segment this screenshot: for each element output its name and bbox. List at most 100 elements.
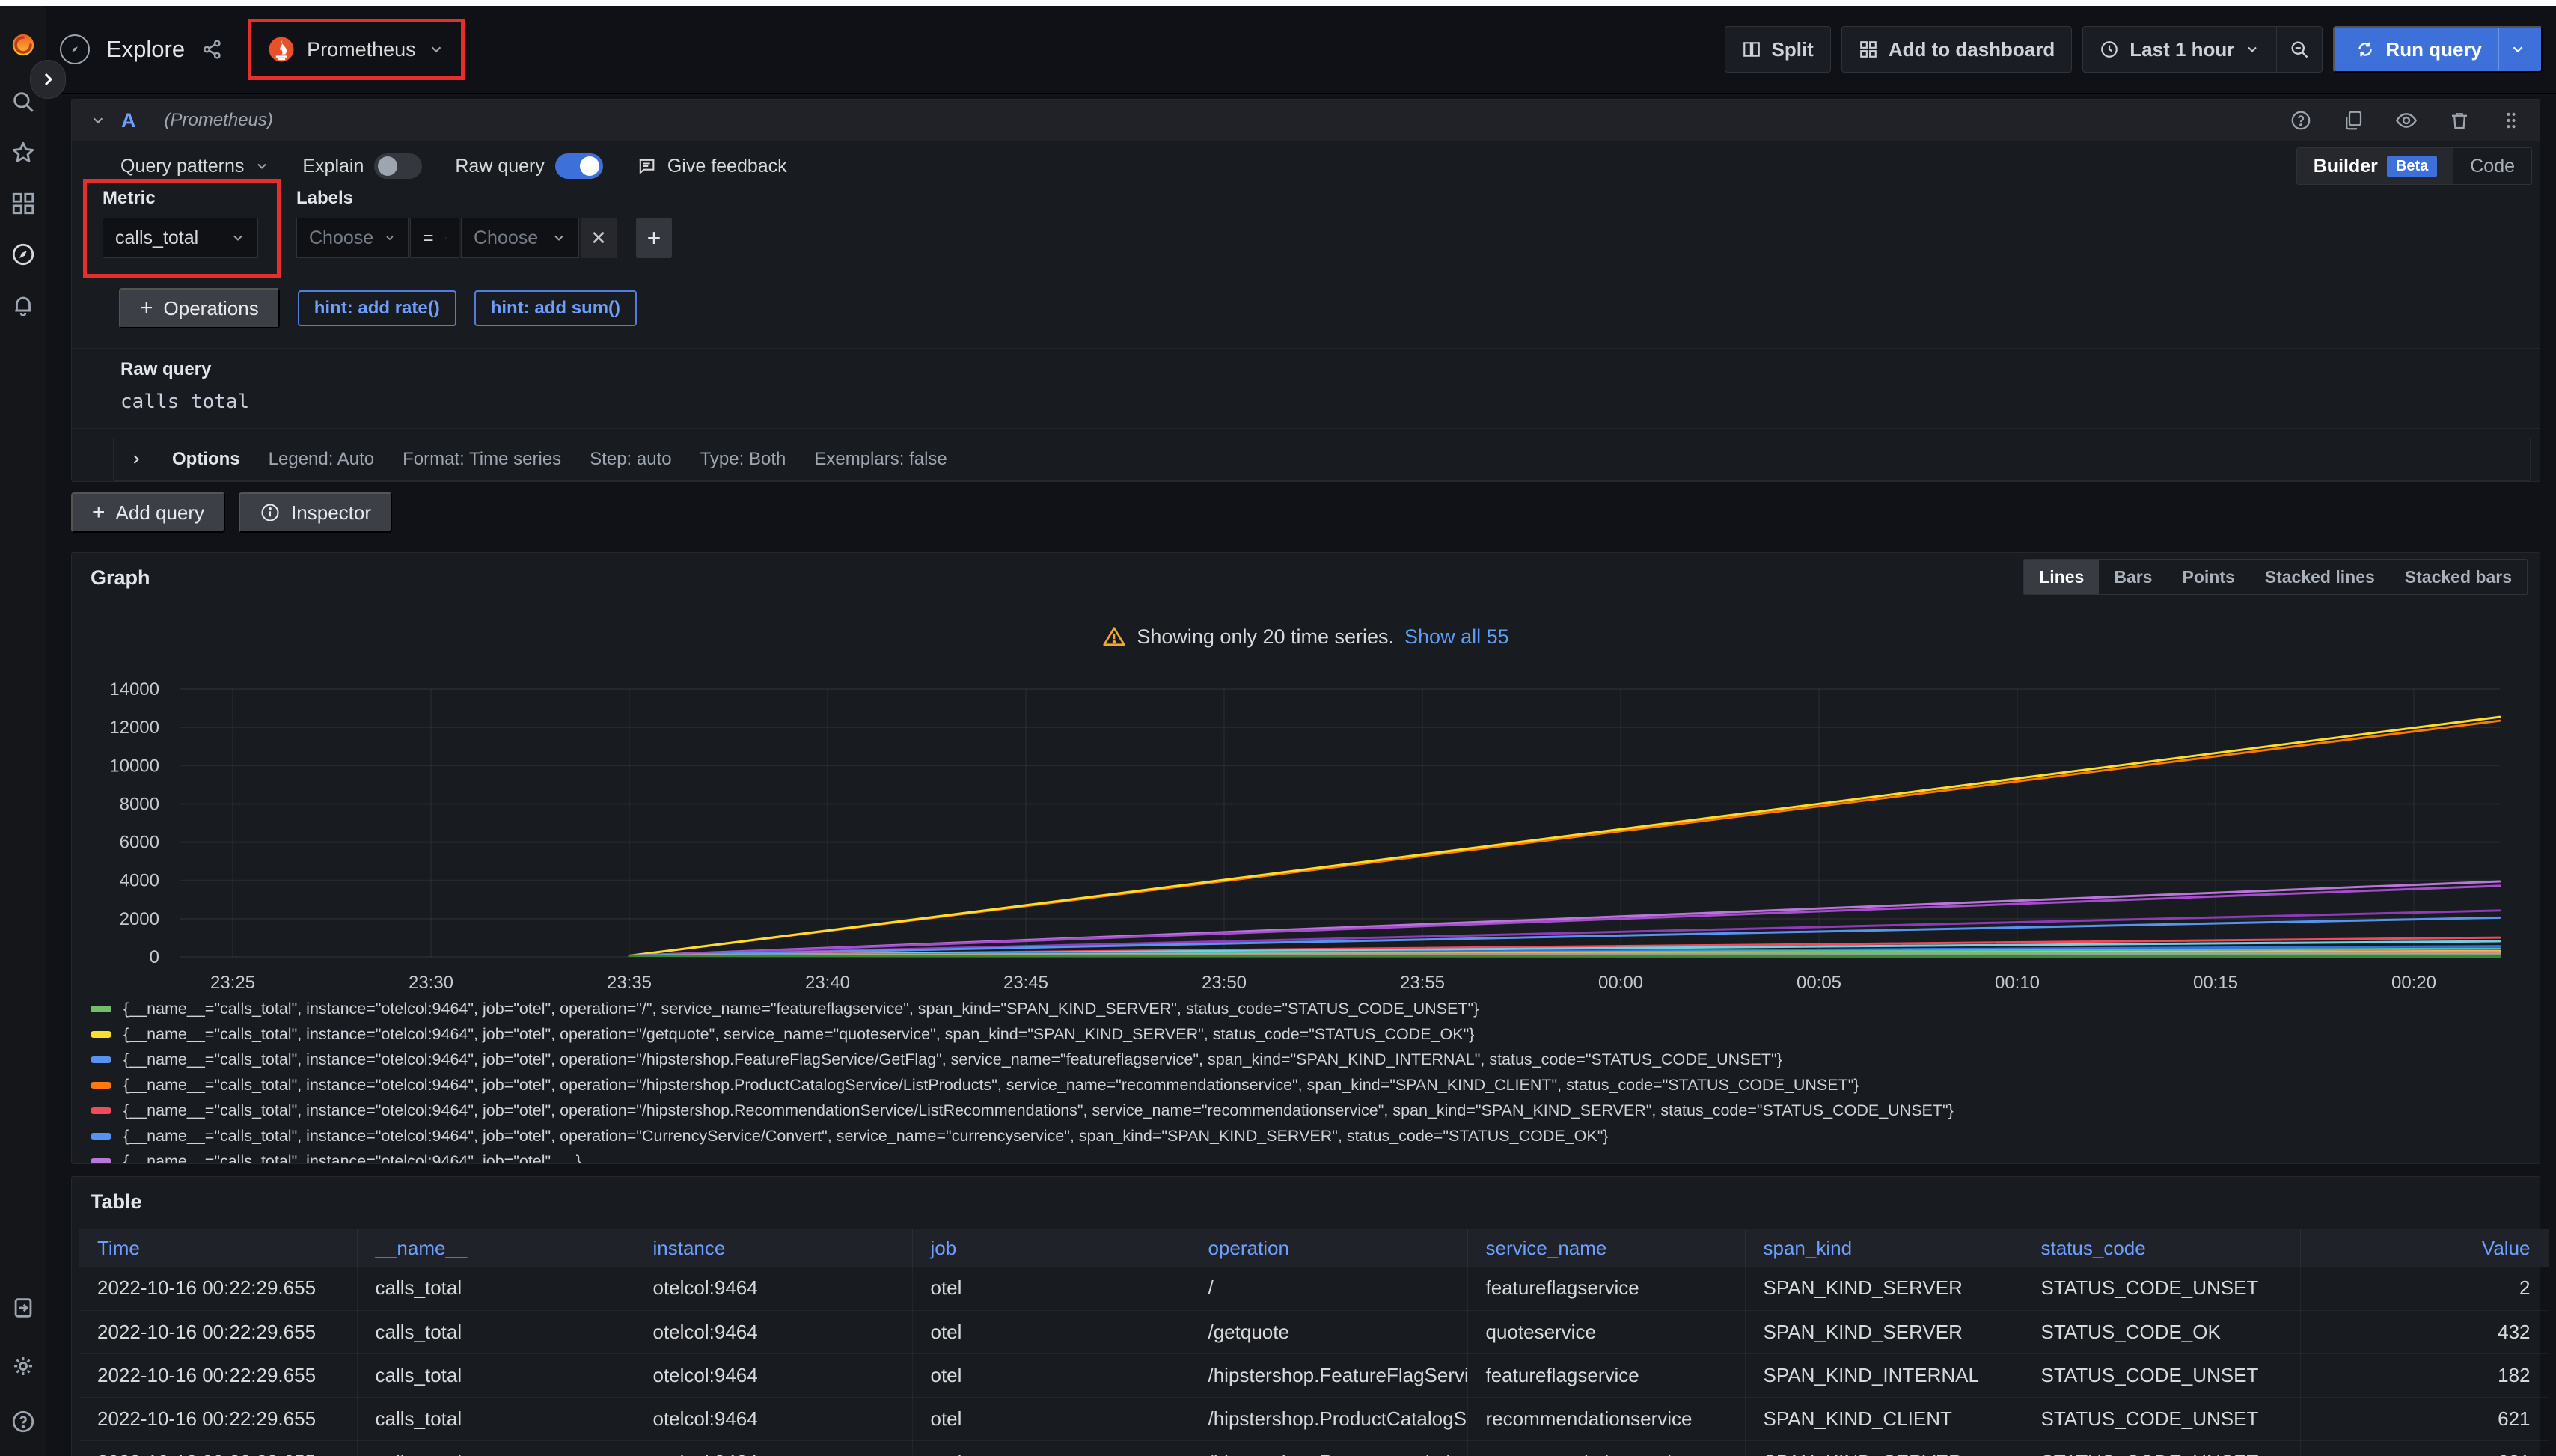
legend-swatch [91, 1133, 111, 1140]
run-query-dropdown[interactable] [2498, 28, 2537, 70]
query-row-header[interactable]: A (Prometheus) [72, 100, 2540, 141]
legend-item[interactable]: {__name__="calls_total", instance="otelc… [91, 1047, 2522, 1072]
duplicate-query-icon[interactable] [2342, 109, 2364, 132]
code-tab[interactable]: Code [2453, 148, 2531, 184]
grafana-logo[interactable] [0, 22, 46, 67]
table-cell: otelcol:9464 [635, 1310, 912, 1353]
column-header-span-kind[interactable]: span_kind [1745, 1229, 2023, 1267]
table-cell: 2022-10-16 00:22:29.655 [79, 1310, 357, 1353]
browser-top-strip [0, 0, 2556, 6]
settings-gear-icon[interactable] [0, 1345, 46, 1387]
legend-item[interactable]: {__name__="calls_total", instance="otelc… [91, 1072, 2522, 1098]
option-summary-item: Exemplars: false [814, 449, 947, 470]
table-cell: 2022-10-16 00:22:29.655 [79, 1353, 357, 1397]
table-cell: recommendationservice [1467, 1440, 1745, 1456]
label-value-select[interactable]: Choose [461, 218, 579, 258]
label-operator-select[interactable]: = [410, 218, 459, 258]
chevron-down-icon [2510, 41, 2526, 58]
dashboard-grid-icon [1859, 40, 1878, 59]
svg-text:23:40: 23:40 [805, 973, 850, 991]
hint-add-sum-button[interactable]: hint: add sum() [474, 290, 637, 326]
raw-query-value: calls_total [120, 391, 2540, 413]
page-title: Explore [106, 36, 185, 63]
run-query-button[interactable]: Run query [2333, 26, 2543, 73]
drag-handle-icon[interactable] [2501, 110, 2522, 131]
labels-label: Labels [296, 188, 353, 209]
add-label-filter-button[interactable]: + [636, 218, 672, 258]
svg-text:23:55: 23:55 [1400, 973, 1445, 991]
column-header-operation[interactable]: operation [1190, 1229, 1467, 1267]
alerting-bell-icon[interactable] [0, 284, 46, 326]
svg-text:23:50: 23:50 [1202, 973, 1247, 991]
legend-label: {__name__="calls_total", instance="otelc… [123, 1025, 1474, 1044]
builder-tab[interactable]: Builder Beta [2297, 148, 2453, 184]
explain-toggle[interactable]: Explain [302, 153, 422, 179]
chevron-right-icon [129, 452, 144, 467]
give-feedback-link[interactable]: Give feedback [636, 156, 787, 177]
table-cell: 2022-10-16 00:22:29.655 [79, 1397, 357, 1440]
zoom-out-button[interactable] [2277, 26, 2323, 73]
table-cell: calls_total [357, 1397, 635, 1440]
column-header-job[interactable]: job [912, 1229, 1190, 1267]
sidebar-expand-button[interactable] [30, 60, 66, 99]
table-row: 2022-10-16 00:22:29.655calls_totalotelco… [79, 1353, 2549, 1397]
graph-legend: {__name__="calls_total", instance="otelc… [91, 996, 2522, 1164]
chevron-down-icon [2245, 42, 2260, 57]
legend-swatch [91, 1158, 111, 1165]
legend-swatch [91, 1006, 111, 1012]
grafana-explore-screen: Explore Prometheus Split [0, 0, 2556, 1456]
table-cell: otel [912, 1310, 1190, 1353]
table-cell: STATUS_CODE_UNSET [2023, 1353, 2300, 1397]
column-header-instance[interactable]: instance [635, 1229, 912, 1267]
disable-query-eye-icon[interactable] [2394, 108, 2418, 132]
label-key-select[interactable]: Choose [296, 218, 409, 258]
table-cell: featureflagservice [1467, 1353, 1745, 1397]
refresh-icon [2355, 40, 2375, 59]
legend-item[interactable]: {__name__="calls_total", instance="otelc… [91, 996, 2522, 1021]
share-icon[interactable] [201, 38, 224, 61]
table-cell: otelcol:9464 [635, 1353, 912, 1397]
table-row: 2022-10-16 00:22:29.655calls_totalotelco… [79, 1440, 2549, 1456]
beta-badge: Beta [2387, 156, 2437, 177]
legend-item[interactable]: {__name__="calls_total", instance="otelc… [91, 1021, 2522, 1047]
column-header-service-name[interactable]: service_name [1467, 1229, 1745, 1267]
hint-add-rate-button[interactable]: hint: add rate() [298, 290, 456, 326]
option-summary-item: Type: Both [700, 449, 786, 470]
column-header-value[interactable]: Value [2300, 1229, 2549, 1267]
add-query-button[interactable]: + Add query [71, 492, 225, 533]
column-header--name-[interactable]: __name__ [357, 1229, 635, 1267]
table-cell: /hipstershop.FeatureFlagServi... [1190, 1353, 1467, 1397]
legend-label: {__name__="calls_total", instance="otelc… [123, 1101, 1954, 1120]
svg-text:14000: 14000 [109, 679, 159, 700]
metric-select[interactable]: calls_total [103, 218, 258, 258]
datasource-picker[interactable]: Prometheus [248, 19, 465, 80]
column-header-status-code[interactable]: status_code [2023, 1229, 2300, 1267]
starred-icon[interactable] [0, 132, 46, 174]
query-patterns-dropdown[interactable]: Query patterns [120, 156, 269, 177]
query-datasource-hint: (Prometheus) [165, 110, 273, 131]
options-collapsed-row[interactable]: Options Legend: AutoFormat: Time seriesS… [113, 438, 2531, 481]
delete-query-trash-icon[interactable] [2448, 109, 2471, 132]
time-range-picker[interactable]: Last 1 hour [2082, 26, 2277, 73]
remove-label-filter-button[interactable]: ✕ [581, 218, 617, 258]
explain-switch[interactable] [374, 153, 422, 179]
builder-code-switcher: Builder Beta Code [2296, 147, 2532, 185]
sign-in-icon[interactable] [0, 1287, 46, 1329]
add-to-dashboard-button[interactable]: Add to dashboard [1841, 26, 2072, 73]
raw-query-switch[interactable] [555, 153, 603, 179]
time-series-chart[interactable]: 0200040006000800010000120001400023:2523:… [72, 553, 2540, 991]
collapse-chevron-icon[interactable] [90, 112, 106, 129]
legend-item[interactable]: {__name__="calls_total", instance="otelc… [91, 1123, 2522, 1148]
split-button[interactable]: Split [1725, 26, 1831, 73]
inspector-button[interactable]: Inspector [239, 492, 392, 533]
explore-icon[interactable] [0, 233, 46, 275]
column-header-time[interactable]: Time [79, 1229, 357, 1267]
help-icon[interactable] [0, 1401, 46, 1443]
legend-item[interactable]: {__name__="calls_total", instance="otelc… [91, 1098, 2522, 1123]
dashboards-icon[interactable] [0, 183, 46, 224]
legend-item[interactable]: {__name__="calls_total", instance="otelc… [91, 1148, 2522, 1164]
query-help-icon[interactable] [2290, 109, 2312, 132]
operations-button[interactable]: + Operations [119, 288, 280, 328]
table-cell: calls_total [357, 1267, 635, 1310]
raw-query-toggle[interactable]: Raw query [455, 153, 603, 179]
